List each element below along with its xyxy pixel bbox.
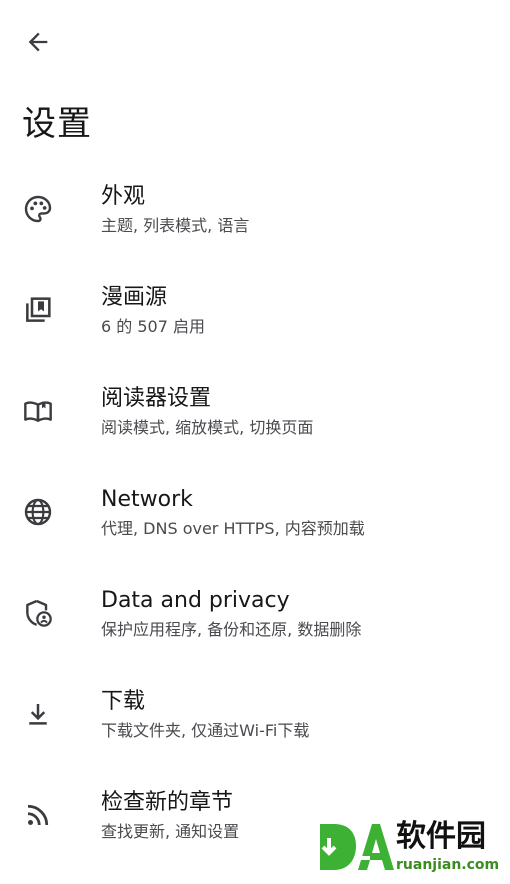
settings-item-title: 阅读器设置 bbox=[101, 386, 212, 411]
watermark: 软件园 ruanjian.com bbox=[306, 818, 510, 880]
settings-item-title: 检查新的章节 bbox=[101, 790, 234, 815]
settings-item-title: 漫画源 bbox=[101, 285, 168, 310]
settings-item-network[interactable]: Network 代理, DNS over HTTPS, 内容预加载 bbox=[0, 461, 510, 562]
settings-item-title: 外观 bbox=[101, 184, 146, 209]
settings-item-title: Network bbox=[101, 487, 193, 512]
settings-item-subtitle: 6 的 507 启用 bbox=[101, 317, 205, 336]
globe-icon bbox=[20, 494, 56, 530]
settings-item-downloads[interactable]: 下载 下载文件夹, 仅通过Wi-Fi下载 bbox=[0, 663, 510, 764]
settings-item-reader[interactable]: 阅读器设置 阅读模式, 缩放模式, 切换页面 bbox=[0, 360, 510, 461]
arrow-back-icon bbox=[24, 28, 52, 60]
watermark-brand-text: 软件园 bbox=[396, 819, 486, 854]
settings-item-subtitle: 阅读模式, 缩放模式, 切换页面 bbox=[101, 418, 314, 437]
settings-item-subtitle: 下载文件夹, 仅通过Wi-Fi下载 bbox=[101, 721, 310, 740]
settings-item-subtitle: 查找更新, 通知设置 bbox=[101, 822, 240, 841]
watermark-logo-icon bbox=[314, 820, 394, 880]
settings-item-subtitle: 保护应用程序, 备份和还原, 数据删除 bbox=[101, 620, 362, 639]
settings-item-title: 下载 bbox=[101, 689, 146, 714]
shield-person-icon bbox=[20, 595, 56, 631]
watermark-url: ruanjian.com bbox=[396, 857, 500, 873]
library-bookmark-icon bbox=[20, 292, 56, 328]
settings-list: 外观 主题, 列表模式, 语言 漫画源 6 的 507 启用 阅读器设置 阅读模… bbox=[0, 158, 510, 865]
page-title: 设置 bbox=[22, 104, 92, 144]
rss-feed-icon bbox=[20, 797, 56, 833]
back-button[interactable] bbox=[14, 24, 62, 64]
download-icon bbox=[20, 696, 56, 732]
settings-item-sources[interactable]: 漫画源 6 的 507 启用 bbox=[0, 259, 510, 360]
settings-item-title: Data and privacy bbox=[101, 588, 290, 613]
settings-item-subtitle: 主题, 列表模式, 语言 bbox=[101, 216, 250, 235]
palette-icon bbox=[20, 191, 56, 227]
settings-item-subtitle: 代理, DNS over HTTPS, 内容预加载 bbox=[101, 519, 365, 538]
settings-item-appearance[interactable]: 外观 主题, 列表模式, 语言 bbox=[0, 158, 510, 259]
watermark-brand: 软件园 bbox=[396, 818, 486, 856]
settings-item-data-privacy[interactable]: Data and privacy 保护应用程序, 备份和还原, 数据删除 bbox=[0, 562, 510, 663]
open-book-icon bbox=[20, 393, 56, 429]
